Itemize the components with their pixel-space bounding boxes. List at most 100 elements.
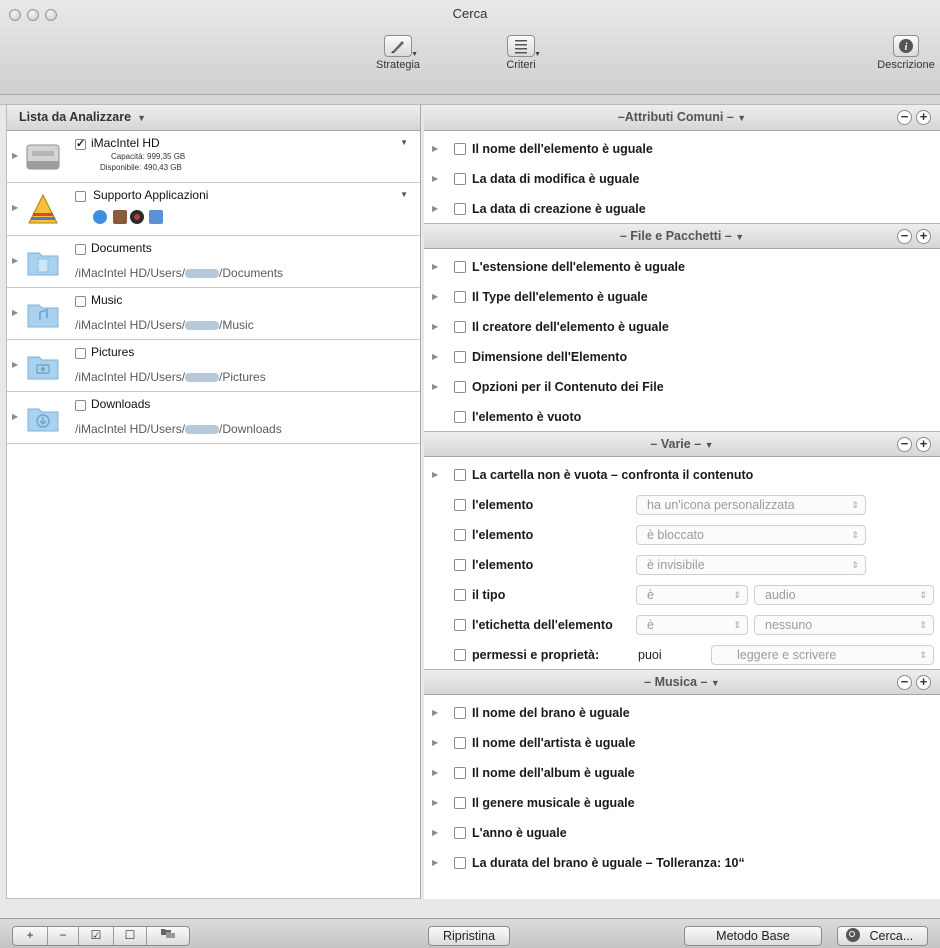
disclosure-triangle-icon[interactable]: ▶ <box>432 470 438 479</box>
add-criteria-button[interactable]: + <box>916 437 931 452</box>
disclosure-triangle-icon[interactable]: ▶ <box>432 382 438 391</box>
criteria-row[interactable]: ▶ Il creatore dell'elemento è uguale <box>424 312 940 342</box>
criteria-row[interactable]: il tipo è ⇕ audio ⇕ <box>424 580 940 610</box>
disclosure-triangle-icon[interactable]: ▶ <box>432 204 438 213</box>
criteria-row[interactable]: ▶ Il Type dell'elemento è uguale <box>424 282 940 312</box>
criteria-row[interactable]: l'etichetta dell'elemento è ⇕ nessuno ⇕ <box>424 610 940 640</box>
type-operator-select[interactable]: è ⇕ <box>636 585 748 605</box>
criteria-checkbox[interactable] <box>454 261 466 273</box>
check-all-button[interactable]: ☑ <box>79 927 113 945</box>
criteria-row[interactable]: permessi e proprietà: puoi leggere e scr… <box>424 640 940 669</box>
remove-criteria-button[interactable]: − <box>897 675 912 690</box>
volume-checkbox[interactable] <box>75 348 86 359</box>
disclosure-triangle-icon[interactable]: ▶ <box>12 360 18 369</box>
volume-checkbox[interactable] <box>75 400 86 411</box>
chevron-down-icon[interactable]: ▼ <box>400 138 408 147</box>
remove-criteria-button[interactable]: − <box>897 110 912 125</box>
criteria-row[interactable]: ▶ Il nome dell'album è uguale <box>424 758 940 788</box>
criteria-row[interactable]: l'elemento è bloccato ⇕ <box>424 520 940 550</box>
criteria-toolbar-button[interactable]: ▼ Criteri <box>493 35 549 71</box>
section-header-common-attributes[interactable]: –Attributi Comuni – ▼ − + <box>424 105 940 131</box>
reset-button[interactable]: Ripristina <box>428 926 510 946</box>
volume-checkbox[interactable] <box>75 137 86 150</box>
disclosure-triangle-icon[interactable]: ▶ <box>12 308 18 317</box>
criteria-checkbox[interactable] <box>454 827 466 839</box>
disclosure-triangle-icon[interactable]: ▶ <box>432 738 438 747</box>
remove-criteria-button[interactable]: − <box>897 229 912 244</box>
criteria-checkbox[interactable] <box>454 351 466 363</box>
criteria-row[interactable]: ▶ Il nome dell'elemento è uguale <box>424 134 940 164</box>
label-operator-select[interactable]: è ⇕ <box>636 615 748 635</box>
volume-checkbox[interactable] <box>75 244 86 255</box>
criteria-checkbox[interactable] <box>454 321 466 333</box>
list-item[interactable]: ▶ Documents /iMacIntel HD/Users//Documen… <box>7 236 420 288</box>
criteria-row[interactable]: ▶ Opzioni per il Contenuto dei File <box>424 372 940 402</box>
criteria-row[interactable]: ▶ Il nome dell'artista è uguale <box>424 728 940 758</box>
disclosure-triangle-icon[interactable]: ▶ <box>12 203 18 212</box>
criteria-checkbox[interactable] <box>454 857 466 869</box>
section-header-files-packages[interactable]: – File e Pacchetti – ▼ − + <box>424 223 940 249</box>
criteria-checkbox[interactable] <box>454 469 466 481</box>
disclosure-triangle-icon[interactable]: ▶ <box>432 768 438 777</box>
criteria-checkbox[interactable] <box>454 529 466 541</box>
disclosure-triangle-icon[interactable]: ▶ <box>432 144 438 153</box>
criteria-row[interactable]: ▶ Dimensione dell'Elemento <box>424 342 940 372</box>
uncheck-all-button[interactable]: ☐ <box>114 927 146 945</box>
remove-criteria-button[interactable]: − <box>897 437 912 452</box>
strategy-toolbar-button[interactable]: ▼ Strategia <box>370 35 426 71</box>
section-header-music[interactable]: – Musica – ▼ − + <box>424 669 940 695</box>
disclosure-triangle-icon[interactable]: ▶ <box>432 292 438 301</box>
scan-list-header[interactable]: Lista da Analizzare ▼ <box>7 105 420 131</box>
disclosure-triangle-icon[interactable]: ▶ <box>432 174 438 183</box>
basic-method-button[interactable]: Metodo Base <box>684 926 822 946</box>
criteria-checkbox[interactable] <box>454 649 466 661</box>
criteria-row[interactable]: l'elemento è vuoto <box>424 402 940 431</box>
add-item-button[interactable]: + <box>13 927 47 945</box>
criteria-checkbox[interactable] <box>454 707 466 719</box>
criteria-checkbox[interactable] <box>454 411 466 423</box>
icon-condition-select[interactable]: ha un'icona personalizzata ⇕ <box>636 495 866 515</box>
section-header-misc[interactable]: – Varie – ▼ − + <box>424 431 940 457</box>
criteria-row[interactable]: ▶ La data di creazione è uguale <box>424 194 940 223</box>
criteria-checkbox[interactable] <box>454 559 466 571</box>
criteria-checkbox[interactable] <box>454 143 466 155</box>
disclosure-triangle-icon[interactable]: ▶ <box>432 322 438 331</box>
label-value-select[interactable]: nessuno ⇕ <box>754 615 934 635</box>
criteria-row[interactable]: ▶ L'anno è uguale <box>424 818 940 848</box>
disclosure-triangle-icon[interactable]: ▶ <box>432 708 438 717</box>
criteria-row[interactable]: ▶ L'estensione dell'elemento è uguale <box>424 252 940 282</box>
disclosure-triangle-icon[interactable]: ▶ <box>432 828 438 837</box>
chevron-down-icon[interactable]: ▼ <box>400 190 408 199</box>
criteria-checkbox[interactable] <box>454 291 466 303</box>
volume-checkbox[interactable] <box>75 191 86 202</box>
permissions-select[interactable]: leggere e scrivere ⇕ <box>711 645 934 665</box>
criteria-row[interactable]: ▶ Il nome del brano è uguale <box>424 698 940 728</box>
description-toolbar-button[interactable]: i Descrizione <box>873 35 939 71</box>
disclosure-triangle-icon[interactable]: ▶ <box>432 858 438 867</box>
list-item[interactable]: ▶ Downloads /iMacIntel HD/Users//Downloa… <box>7 392 420 444</box>
type-value-select[interactable]: audio ⇕ <box>754 585 934 605</box>
list-item[interactable]: ▶ Supporto Applicazioni ▼ <box>7 183 420 236</box>
disclosure-triangle-icon[interactable]: ▶ <box>12 256 18 265</box>
criteria-checkbox[interactable] <box>454 203 466 215</box>
disclosure-triangle-icon[interactable]: ▶ <box>12 412 18 421</box>
search-button[interactable]: Cerca... <box>837 926 928 946</box>
criteria-row[interactable]: ▶ La data di modifica è uguale <box>424 164 940 194</box>
criteria-checkbox[interactable] <box>454 499 466 511</box>
criteria-row[interactable]: l'elemento è invisibile ⇕ <box>424 550 940 580</box>
criteria-row[interactable]: l'elemento ha un'icona personalizzata ⇕ <box>424 490 940 520</box>
add-criteria-button[interactable]: + <box>916 229 931 244</box>
disclosure-triangle-icon[interactable]: ▶ <box>432 352 438 361</box>
locked-condition-select[interactable]: è bloccato ⇕ <box>636 525 866 545</box>
folders-button[interactable] <box>147 927 189 945</box>
list-item[interactable]: ▶ Music /iMacIntel HD/Users//Music <box>7 288 420 340</box>
criteria-checkbox[interactable] <box>454 619 466 631</box>
disclosure-triangle-icon[interactable]: ▶ <box>432 262 438 271</box>
criteria-checkbox[interactable] <box>454 173 466 185</box>
remove-item-button[interactable]: − <box>48 927 78 945</box>
criteria-row[interactable]: ▶ La cartella non è vuota – confronta il … <box>424 460 940 490</box>
disclosure-triangle-icon[interactable]: ▶ <box>12 151 18 160</box>
list-item[interactable]: ▶ Pictures /iMacIntel HD/Users//Pictures <box>7 340 420 392</box>
criteria-checkbox[interactable] <box>454 589 466 601</box>
criteria-checkbox[interactable] <box>454 797 466 809</box>
